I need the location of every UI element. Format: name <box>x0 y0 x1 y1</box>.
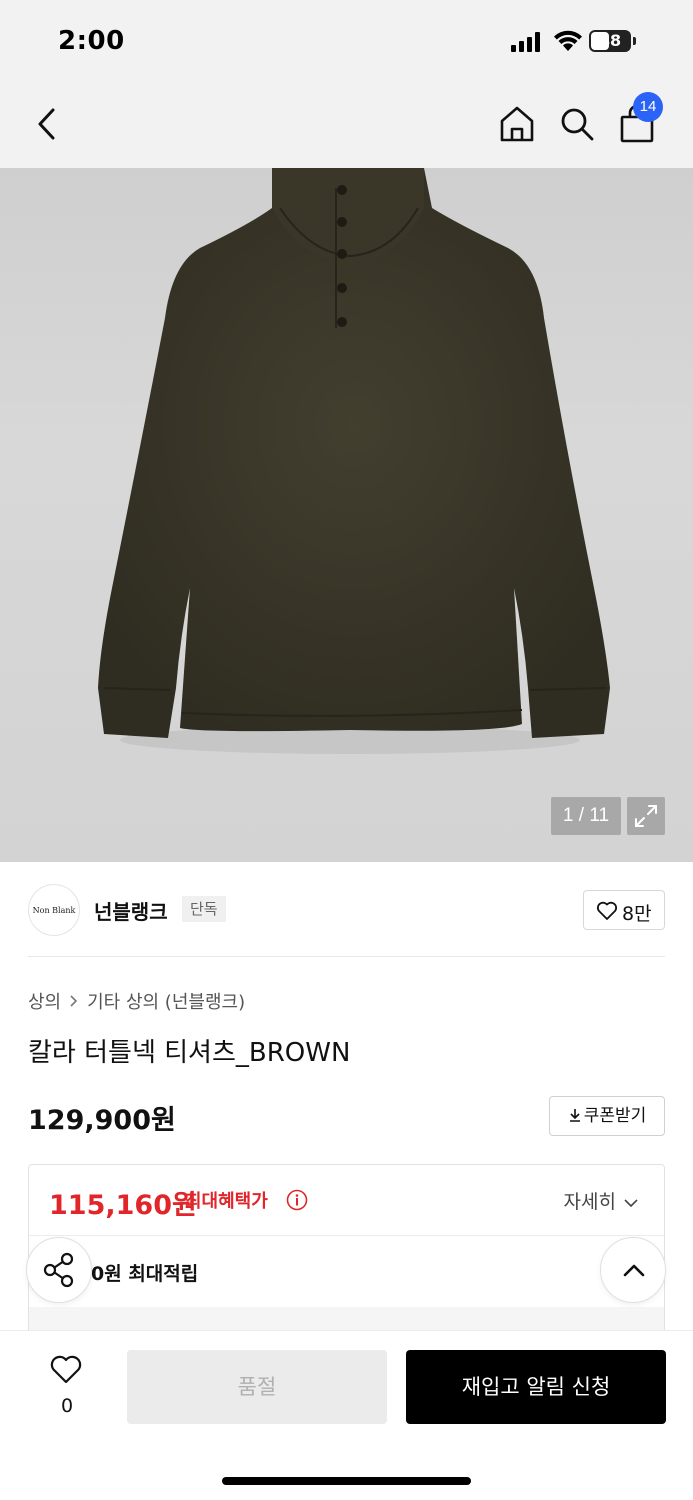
status-time: 2:00 <box>58 26 125 56</box>
divider <box>28 956 665 957</box>
coupon-label: 쿠폰받기 <box>583 1106 647 1126</box>
info-icon[interactable] <box>286 1189 308 1211</box>
benefit-box: 115,160원 최대혜택가 자세히 0원 최대적립 <box>28 1164 665 1334</box>
product-price: 129,900원 <box>28 1105 176 1136</box>
product-image-gallery[interactable]: 1 / 11 <box>0 168 693 862</box>
soldout-button: 품절 <box>127 1350 387 1424</box>
brand-name[interactable]: 넌블랭크 <box>94 896 168 925</box>
nav-bar: 14 <box>0 84 693 168</box>
battery-tip <box>633 37 636 45</box>
wishlist-button[interactable]: 0 <box>40 1351 94 1421</box>
max-benefit-price: 115,160원 <box>49 1190 197 1221</box>
cart-count-badge: 14 <box>633 92 663 122</box>
scroll-to-top-button[interactable] <box>600 1237 666 1303</box>
brand-like-count: 8만 <box>622 903 652 925</box>
home-indicator <box>222 1477 471 1485</box>
brand-logo[interactable]: Non Blank <box>28 884 80 936</box>
share-button[interactable] <box>26 1237 92 1303</box>
benefit-divider <box>29 1235 664 1236</box>
breadcrumb-item-category[interactable]: 상의 <box>28 992 61 1013</box>
expand-icon <box>635 805 657 827</box>
details-toggle[interactable]: 자세히 <box>564 1187 640 1214</box>
brand-like-button[interactable]: 8만 <box>583 890 665 930</box>
search-icon[interactable] <box>557 104 597 144</box>
breadcrumb: 상의 기타 상의 (넌블랭크) <box>28 988 245 1014</box>
product-photo-sweater <box>98 168 610 754</box>
coupon-download-button[interactable]: 쿠폰받기 <box>549 1096 665 1136</box>
status-bar: 2:00 48 <box>0 0 693 84</box>
cart-button[interactable]: 14 <box>617 92 663 144</box>
wifi-icon <box>554 30 582 51</box>
battery-text: 48 <box>598 31 622 50</box>
expand-image-button[interactable] <box>627 797 665 835</box>
details-label: 자세히 <box>563 1191 616 1213</box>
restock-alert-button[interactable]: 재입고 알림 신청 <box>406 1350 666 1424</box>
product-title: 칼라 터틀넥 티셔츠_BROWN <box>28 1038 351 1068</box>
heart-icon <box>596 901 618 920</box>
chevron-up-icon <box>623 1264 645 1277</box>
max-benefit-label: 최대혜택가 <box>185 1191 268 1212</box>
exclusive-badge: 단독 <box>182 896 226 922</box>
home-icon[interactable] <box>497 104 537 144</box>
image-counter: 1 / 11 <box>551 797 621 835</box>
download-icon <box>569 1109 580 1122</box>
brand-row: Non Blank 넌블랭크 단독 8만 <box>0 862 693 958</box>
chevron-down-icon <box>624 1198 638 1207</box>
battery-icon: 48 <box>589 30 631 52</box>
chevron-right-icon <box>70 995 78 1007</box>
breadcrumb-item-subcategory[interactable]: 기타 상의 (넌블랭크) <box>87 992 245 1013</box>
share-icon <box>43 1252 74 1288</box>
signal-icon <box>511 32 540 52</box>
heart-icon <box>50 1355 82 1384</box>
bottom-action-bar: 0 품절 재입고 알림 신청 <box>0 1330 693 1500</box>
wishlist-count: 0 <box>60 1395 74 1417</box>
max-points-text: 0원 최대적립 <box>91 1263 199 1285</box>
back-button[interactable] <box>28 102 68 146</box>
